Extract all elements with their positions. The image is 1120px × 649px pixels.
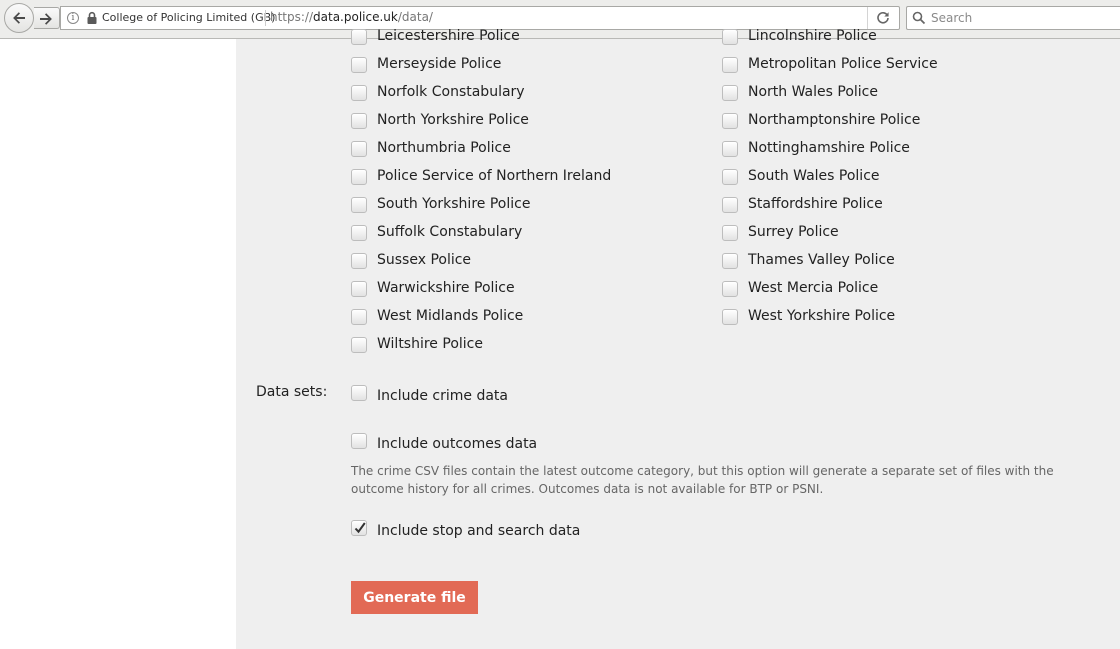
force-checkbox[interactable] <box>722 309 738 325</box>
force-item: Sussex Police <box>350 248 721 276</box>
force-checkbox[interactable] <box>351 225 367 241</box>
force-checkbox[interactable] <box>351 85 367 101</box>
force-checkbox[interactable] <box>351 29 367 45</box>
force-checkbox[interactable] <box>351 57 367 73</box>
force-label: Lincolnshire Police <box>748 28 877 44</box>
url-domain: data.police.uk <box>313 10 398 24</box>
force-item: Warwickshire Police <box>350 276 721 304</box>
force-item: Surrey Police <box>721 220 1092 248</box>
force-label: Northumbria Police <box>377 140 511 156</box>
crime-data-label: Include crime data <box>377 388 508 404</box>
force-label: Surrey Police <box>748 224 839 240</box>
force-label: Norfolk Constabulary <box>377 84 525 100</box>
outcomes-data-option: Include outcomes data <box>350 433 750 459</box>
force-checkbox[interactable] <box>722 225 738 241</box>
force-checkbox[interactable] <box>351 337 367 353</box>
force-label: South Wales Police <box>748 168 880 184</box>
force-checkbox[interactable] <box>351 253 367 269</box>
back-button[interactable] <box>4 3 34 33</box>
force-label: Police Service of Northern Ireland <box>377 168 612 184</box>
force-label: Suffolk Constabulary <box>377 224 523 240</box>
force-item: South Wales Police <box>721 164 1092 192</box>
force-label: Northamptonshire Police <box>748 112 921 128</box>
force-item: Northamptonshire Police <box>721 108 1092 136</box>
url-divider <box>265 10 266 26</box>
stop-search-option: Include stop and search data <box>350 520 750 546</box>
force-label: Warwickshire Police <box>377 280 515 296</box>
force-label: Staffordshire Police <box>748 196 883 212</box>
url-path: /data/ <box>397 10 433 24</box>
outcomes-note: The crime CSV files contain the latest o… <box>351 464 1054 496</box>
force-label: Nottinghamshire Police <box>748 140 910 156</box>
force-checkbox[interactable] <box>351 113 367 129</box>
checkmark-icon <box>354 522 366 534</box>
force-label: Thames Valley Police <box>748 252 895 268</box>
search-icon <box>912 11 926 25</box>
force-label: Leicestershire Police <box>377 28 520 44</box>
force-checkbox[interactable] <box>351 169 367 185</box>
force-item: Nottinghamshire Police <box>721 136 1092 164</box>
force-checkbox[interactable] <box>722 85 738 101</box>
force-item: Norfolk Constabulary <box>350 80 721 108</box>
force-checkbox[interactable] <box>722 141 738 157</box>
force-checkbox[interactable] <box>722 281 738 297</box>
url-scheme: https:// <box>270 10 314 24</box>
stop-search-label: Include stop and search data <box>377 523 581 539</box>
force-item: Staffordshire Police <box>721 192 1092 220</box>
force-item: West Yorkshire Police <box>721 304 1092 332</box>
force-item: West Mercia Police <box>721 276 1092 304</box>
datasets-label: Data sets: <box>256 384 328 400</box>
force-checkbox[interactable] <box>722 29 738 45</box>
force-checkbox[interactable] <box>722 57 738 73</box>
force-label: West Midlands Police <box>377 308 524 324</box>
force-label: South Yorkshire Police <box>377 196 531 212</box>
force-item: South Yorkshire Police <box>350 192 721 220</box>
info-icon[interactable]: i <box>67 12 79 24</box>
outcomes-data-checkbox[interactable] <box>351 433 367 449</box>
reload-icon[interactable] <box>876 11 890 25</box>
crime-data-option: Include crime data <box>350 385 750 411</box>
force-label: West Yorkshire Police <box>748 308 896 324</box>
lock-icon <box>87 11 97 24</box>
force-label: Wiltshire Police <box>377 336 483 352</box>
force-checkbox[interactable] <box>722 169 738 185</box>
force-checkbox[interactable] <box>351 141 367 157</box>
crime-data-checkbox[interactable] <box>351 385 367 401</box>
force-item: West Midlands Police <box>350 304 721 332</box>
police-forces-list: Leicestershire Police Lincolnshire Polic… <box>350 24 1092 360</box>
force-item: Lincolnshire Police <box>721 24 1092 52</box>
forward-button[interactable] <box>34 7 60 29</box>
force-item: Thames Valley Police <box>721 248 1092 276</box>
force-label: Sussex Police <box>377 252 472 268</box>
force-checkbox[interactable] <box>351 281 367 297</box>
force-checkbox[interactable] <box>722 197 738 213</box>
force-label: West Mercia Police <box>748 280 879 296</box>
site-identity[interactable]: College of Policing Limited (GB) <box>102 11 275 24</box>
force-checkbox[interactable] <box>722 113 738 129</box>
force-label: North Yorkshire Police <box>377 112 529 128</box>
force-checkbox[interactable] <box>351 197 367 213</box>
force-item: Merseyside Police <box>350 52 721 80</box>
force-item: Suffolk Constabulary <box>350 220 721 248</box>
force-label: Merseyside Police <box>377 56 502 72</box>
arrow-left-icon <box>13 12 25 24</box>
force-item: Wiltshire Police <box>350 332 721 360</box>
force-label: North Wales Police <box>748 84 878 100</box>
arrow-right-icon <box>40 13 52 25</box>
force-item: North Wales Police <box>721 80 1092 108</box>
force-item: Police Service of Northern Ireland <box>350 164 721 192</box>
outcomes-data-label: Include outcomes data <box>377 436 538 452</box>
force-checkbox[interactable] <box>351 309 367 325</box>
generate-file-button[interactable]: Generate file <box>351 581 478 614</box>
force-checkbox[interactable] <box>722 253 738 269</box>
force-item: Leicestershire Police <box>350 24 721 52</box>
force-label: Metropolitan Police Service <box>748 56 938 72</box>
force-item: Northumbria Police <box>350 136 721 164</box>
stop-search-checkbox[interactable] <box>351 520 367 536</box>
force-item: North Yorkshire Police <box>350 108 721 136</box>
force-item: Metropolitan Police Service <box>721 52 1092 80</box>
url-text[interactable]: https://data.police.uk/data/ <box>270 10 433 24</box>
